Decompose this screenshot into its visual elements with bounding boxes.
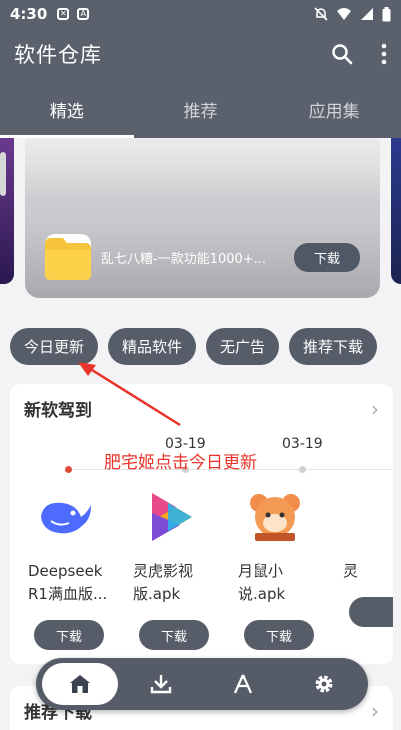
new-arrivals-header[interactable]: 新软驾到 › (10, 384, 393, 433)
annotation-text: 肥宅姬点击今日更新 (104, 453, 257, 473)
chevron-right-icon[interactable]: › (371, 397, 379, 421)
mouse-novel-icon (246, 488, 304, 546)
timeline-dot (299, 466, 306, 473)
app-icon (351, 488, 393, 546)
tab-featured[interactable]: 精选 (0, 80, 134, 138)
timeline-dot (65, 466, 72, 473)
folder-icon (45, 234, 91, 280)
chevron-right-icon[interactable]: › (371, 699, 379, 723)
app-download-button[interactable] (349, 597, 393, 627)
app-title: 软件仓库 (14, 43, 102, 67)
app-item[interactable]: Deepseek R1满血版... 下载 (10, 488, 115, 650)
banner-carousel[interactable]: 乱七八糟-一款功能1000+... 下载 (0, 138, 401, 318)
home-icon (70, 675, 90, 693)
timeline-date: 03-19 (282, 436, 323, 452)
app-name: 灵 (343, 562, 359, 580)
nav-downloads[interactable] (123, 663, 199, 705)
search-icon[interactable] (331, 43, 353, 65)
download-icon (151, 675, 172, 694)
app-name: 灵虎影视版.apk (133, 562, 194, 603)
nav-home[interactable] (42, 663, 118, 705)
gear-icon (315, 675, 333, 693)
nav-settings[interactable] (286, 663, 362, 705)
battery-icon (382, 6, 391, 21)
new-arrivals-section: 新软驾到 › 03-19 03-19 Deepseek R1满血版... 下载 … (10, 384, 393, 664)
status-time: 4:30 (10, 5, 48, 23)
lh-video-icon (141, 488, 199, 546)
banner-prev-card[interactable] (0, 138, 14, 284)
signal-icon (361, 8, 373, 20)
nav-apps[interactable] (205, 663, 281, 705)
notification-a-icon: A (77, 8, 90, 20)
tab-app-collections[interactable]: 应用集 (267, 80, 401, 138)
banner-download-button[interactable]: 下载 (293, 242, 360, 272)
app-download-button[interactable]: 下载 (244, 620, 314, 650)
status-icons (314, 6, 391, 22)
banner-next-card[interactable] (391, 138, 401, 284)
apps-row: Deepseek R1满血版... 下载 灵虎影视版.apk 下载 月鼠小说.a… (10, 488, 393, 650)
annotation-arrow-icon (78, 362, 181, 427)
app-download-button[interactable]: 下载 (34, 620, 104, 650)
category-chips: 今日更新 精品软件 无广告 推荐下载 (10, 328, 378, 365)
chip-no-ads[interactable]: 无广告 (206, 328, 280, 365)
banner-card[interactable]: 乱七八糟-一款功能1000+... 下载 (25, 138, 380, 298)
app-item[interactable]: 灵 (325, 488, 393, 650)
chip-recommended-download[interactable]: 推荐下载 (289, 328, 378, 365)
app-item[interactable]: 月鼠小说.apk 下载 (220, 488, 325, 650)
app-bar: 软件仓库 (0, 28, 401, 80)
banner-app-name: 乱七八糟-一款功能1000+... (101, 251, 267, 267)
notification-x-icon: ✕ (57, 8, 70, 20)
tab-recommended[interactable]: 推荐 (134, 80, 268, 138)
mute-icon (314, 7, 328, 21)
wifi-icon (337, 8, 351, 20)
more-vert-icon[interactable] (381, 43, 387, 65)
app-item[interactable]: 灵虎影视版.apk 下载 (115, 488, 220, 650)
top-tabs: 精选 推荐 应用集 (0, 80, 401, 138)
status-bar: 4:30 ✕ A (0, 0, 401, 28)
app-download-button[interactable]: 下载 (139, 620, 209, 650)
app-name: 月鼠小说.apk (238, 562, 286, 603)
compass-app-icon (233, 674, 252, 694)
bottom-nav (36, 658, 368, 710)
app-name: Deepseek R1满血版... (28, 562, 108, 603)
deepseek-whale-icon (36, 488, 94, 546)
